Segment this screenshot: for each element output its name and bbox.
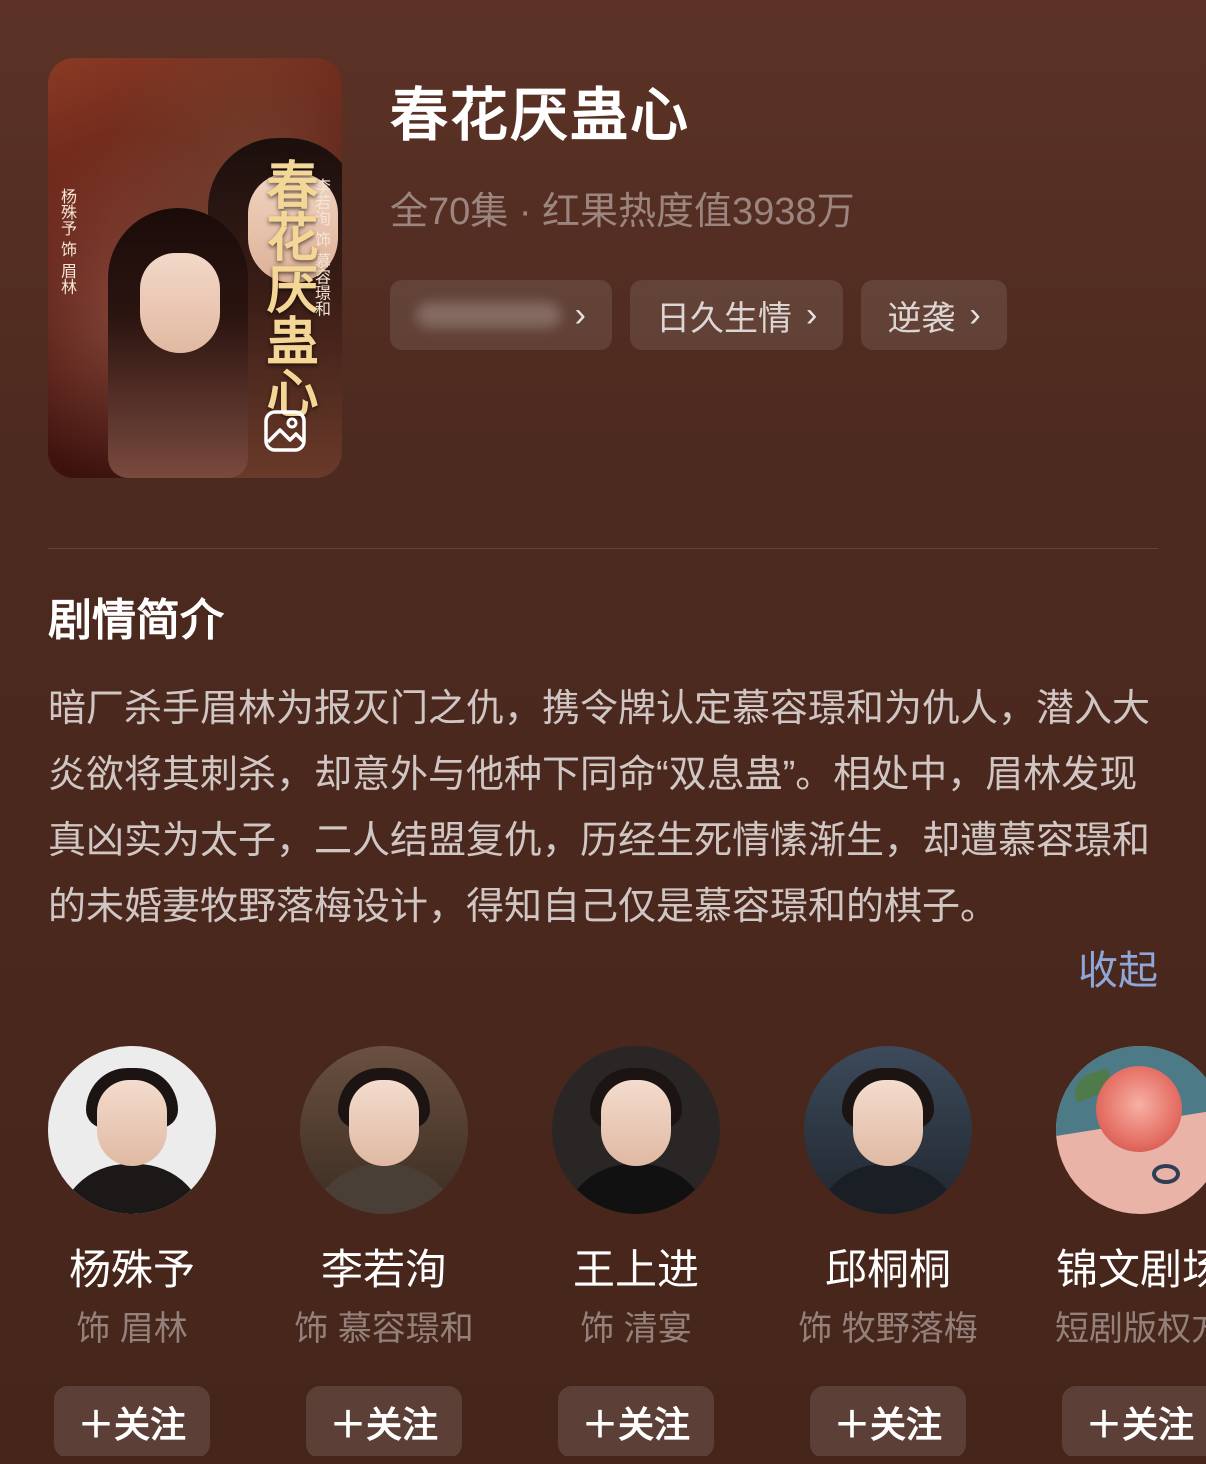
synopsis-heading: 剧情简介 xyxy=(48,596,224,645)
avatar-head xyxy=(853,1080,923,1166)
collapse-button[interactable]: 收起 xyxy=(1078,938,1158,996)
tag-label: 日久生情 xyxy=(656,299,792,338)
ring-icon xyxy=(1152,1164,1180,1184)
tag-nixi[interactable]: 逆袭 › xyxy=(861,280,1007,350)
avatar-body xyxy=(309,1164,459,1214)
blurred-tag-label xyxy=(416,302,561,328)
actor-name[interactable]: 王上进 xyxy=(510,1236,762,1297)
actor-role: 饰 清宴 xyxy=(580,1310,692,1348)
avatar-body xyxy=(561,1164,711,1214)
poster-title-text: 春花厌蛊心 xyxy=(257,158,318,418)
avatar[interactable] xyxy=(300,1046,468,1214)
actor-name[interactable]: 杨殊予 xyxy=(6,1236,258,1297)
avatar-body xyxy=(813,1164,963,1214)
actor-name[interactable]: 锦文剧场 xyxy=(1014,1236,1206,1297)
actor-name[interactable]: 李若洵 xyxy=(258,1236,510,1297)
tag-blurred[interactable]: › xyxy=(390,280,612,350)
drama-poster[interactable]: 杨殊予 饰 眉林 李若洵 饰 慕容璟和 春花厌蛊心 xyxy=(48,58,342,478)
avatar[interactable] xyxy=(804,1046,972,1214)
follow-button[interactable]: ＋关注 xyxy=(306,1386,462,1456)
avatar[interactable] xyxy=(48,1046,216,1214)
section-divider xyxy=(48,548,1158,549)
cast-item: 邱桐桐 饰 牧野落梅 ＋关注 xyxy=(762,1046,1014,1456)
gallery-icon[interactable] xyxy=(262,406,310,454)
drama-title: 春花厌蛊心 xyxy=(390,83,691,148)
tag-rijiushengqing[interactable]: 日久生情 › xyxy=(630,280,844,350)
follow-button[interactable]: ＋关注 xyxy=(1062,1386,1206,1456)
avatar[interactable] xyxy=(1056,1046,1206,1214)
follow-button[interactable]: ＋关注 xyxy=(810,1386,966,1456)
actor-role: 饰 慕容璟和 xyxy=(294,1310,474,1348)
actor-role: 饰 牧野落梅 xyxy=(798,1310,978,1348)
avatar-body xyxy=(57,1164,207,1214)
follow-button[interactable]: ＋关注 xyxy=(54,1386,210,1456)
actor-role: 短剧版权方 xyxy=(1055,1310,1206,1348)
follow-button[interactable]: ＋关注 xyxy=(558,1386,714,1456)
poster-side-credit-left: 杨殊予 饰 眉林 xyxy=(58,188,77,295)
avatar-head xyxy=(601,1080,671,1166)
avatar[interactable] xyxy=(552,1046,720,1214)
poster-face-female xyxy=(140,253,220,353)
rose-icon xyxy=(1096,1066,1182,1152)
actor-name[interactable]: 邱桐桐 xyxy=(762,1236,1014,1297)
actor-role: 饰 眉林 xyxy=(76,1310,188,1348)
cast-list: 杨殊予 饰 眉林 ＋关注 李若洵 饰 慕容璟和 ＋关注 王上进 饰 清宴 ＋关注 xyxy=(0,1046,1206,1456)
chevron-right-icon: › xyxy=(574,295,586,334)
avatar-head xyxy=(97,1080,167,1166)
tag-list: › 日久生情 › 逆袭 › xyxy=(390,280,1007,350)
cast-item: 锦文剧场 短剧版权方 ＋关注 xyxy=(1014,1046,1206,1456)
drama-meta: 全70集 · 红果热度值3938万 xyxy=(390,191,855,233)
cast-item: 杨殊予 饰 眉林 ＋关注 xyxy=(6,1046,258,1456)
chevron-right-icon: › xyxy=(969,295,981,334)
synopsis-text: 暗厂杀手眉林为报灭门之仇，携令牌认定慕容璟和为仇人，潜入大炎欲将其刺杀，却意外与… xyxy=(48,688,1151,928)
tag-label: 逆袭 xyxy=(887,299,956,338)
avatar-head xyxy=(349,1080,419,1166)
drama-detail-page: 杨殊予 饰 眉林 李若洵 饰 慕容璟和 春花厌蛊心 春花厌蛊心 全70集 · 红… xyxy=(0,0,1206,1464)
cast-item: 李若洵 饰 慕容璟和 ＋关注 xyxy=(258,1046,510,1456)
cast-item: 王上进 饰 清宴 ＋关注 xyxy=(510,1046,762,1456)
chevron-right-icon: › xyxy=(806,295,818,334)
